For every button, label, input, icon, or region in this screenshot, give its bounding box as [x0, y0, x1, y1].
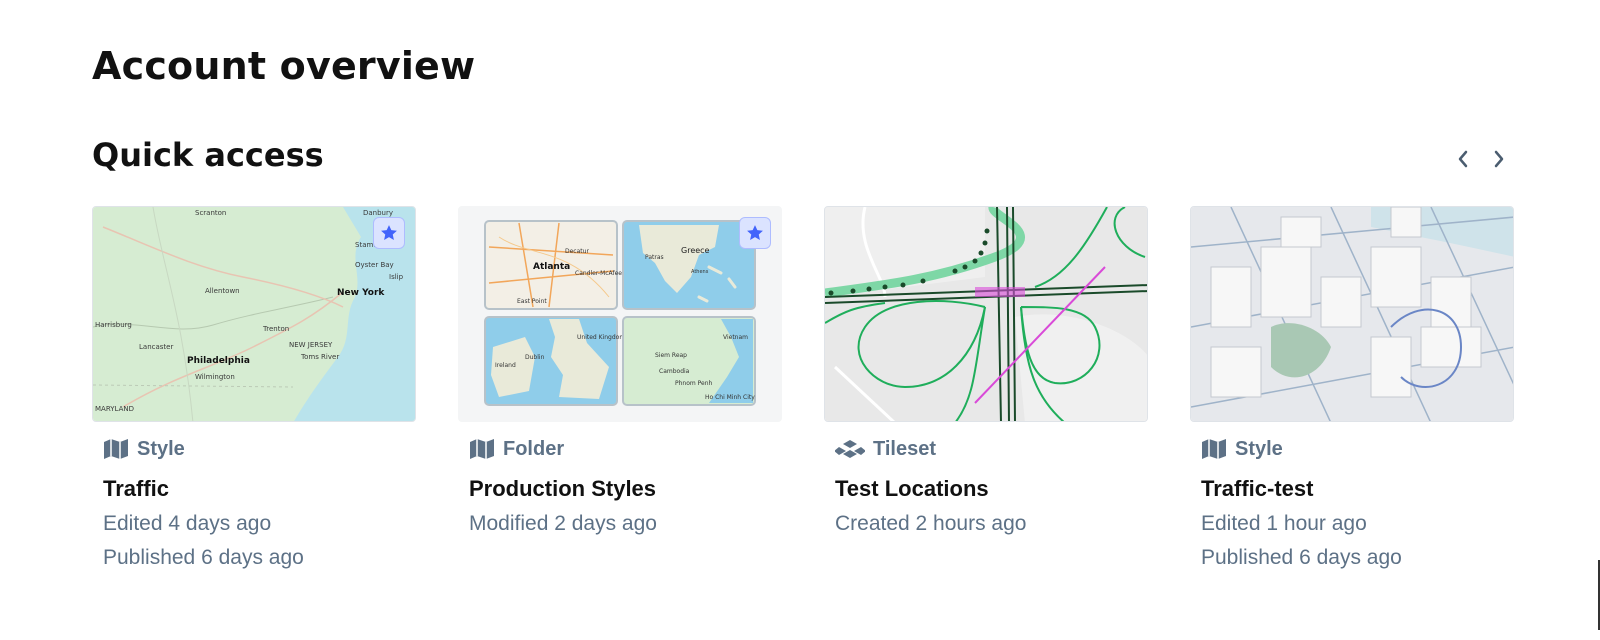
- map-label: Lancaster: [139, 343, 173, 351]
- map-label: Patras: [645, 254, 664, 261]
- map-icon: [104, 439, 128, 459]
- map-label: Islip: [389, 273, 404, 281]
- map-label: Atlanta: [533, 262, 570, 272]
- card-type: Style: [103, 436, 416, 462]
- card-edited: Edited 1 hour ago: [1201, 512, 1367, 535]
- card-edited: Edited 4 days ago: [103, 512, 272, 535]
- quick-access-card-traffic[interactable]: Scranton Danbury Stamford Oyster Bay Isl…: [92, 206, 416, 570]
- map-label: Ho Chi Minh City: [705, 394, 755, 401]
- card-thumbnail: [824, 206, 1148, 422]
- card-type-label: Style: [137, 437, 185, 460]
- quick-access-card-production-styles[interactable]: Decatur Candler-McAfee East Point Atlant…: [458, 206, 782, 570]
- map-icon: [1202, 439, 1226, 459]
- quick-access-card-traffic-test[interactable]: Style Traffic-test Edited 1 hour ago Pub…: [1190, 206, 1514, 570]
- map-label: Cambodia: [659, 368, 690, 375]
- map-label: Greece: [681, 246, 710, 255]
- card-name: Production Styles: [469, 476, 657, 501]
- map-icon: [470, 439, 494, 459]
- card-type-label: Style: [1235, 437, 1283, 460]
- map-label: Vietnam: [723, 334, 748, 341]
- map-label: Phnom Penh: [675, 380, 713, 387]
- card-name: Traffic: [103, 476, 170, 501]
- map-label: Siem Reap: [655, 352, 687, 359]
- card-published: Published 6 days ago: [1201, 546, 1402, 569]
- map-label: Athens: [691, 269, 709, 275]
- map-label: Ireland: [495, 362, 516, 369]
- map-label: Allentown: [205, 287, 240, 295]
- card-published: Published 6 days ago: [103, 546, 304, 569]
- map-label: Candler-McAfee: [575, 270, 622, 277]
- map-label: Danbury: [363, 209, 393, 217]
- tileset-icon: [835, 440, 865, 458]
- quick-access-title: Quick access: [92, 136, 324, 174]
- favorite-star-icon[interactable]: [373, 217, 405, 249]
- card-name: Test Locations: [835, 476, 989, 501]
- card-type-label: Tileset: [873, 437, 936, 460]
- card-type: Tileset: [835, 436, 1148, 462]
- card-modified: Modified 2 days ago: [469, 512, 657, 535]
- chevron-left-icon[interactable]: [1452, 146, 1474, 172]
- map-label: Wilmington: [195, 373, 235, 381]
- map-label: Trenton: [262, 325, 289, 333]
- map-label: Scranton: [195, 209, 226, 217]
- quick-access-card-test-locations[interactable]: Tileset Test Locations Created 2 hours a…: [824, 206, 1148, 570]
- card-type: Folder: [469, 436, 782, 462]
- map-label: MARYLAND: [95, 405, 134, 413]
- map-label: Harrisburg: [95, 321, 132, 329]
- map-label: Decatur: [565, 248, 589, 255]
- quick-access-cards: Scranton Danbury Stamford Oyster Bay Isl…: [92, 206, 1514, 570]
- card-thumbnail: [1190, 206, 1514, 422]
- map-label: Oyster Bay: [355, 261, 394, 269]
- map-label: Philadelphia: [187, 356, 250, 366]
- map-label: Toms River: [300, 353, 339, 361]
- card-thumbnail: Scranton Danbury Stamford Oyster Bay Isl…: [92, 206, 416, 422]
- card-type: Style: [1201, 436, 1514, 462]
- card-type-label: Folder: [503, 437, 565, 460]
- map-label: NEW JERSEY: [289, 341, 333, 349]
- carousel-nav: [1452, 146, 1510, 172]
- favorite-star-icon[interactable]: [739, 217, 771, 249]
- page-title: Account overview: [92, 44, 476, 88]
- chevron-right-icon[interactable]: [1488, 146, 1510, 172]
- card-created: Created 2 hours ago: [835, 512, 1027, 535]
- map-label: Dublin: [525, 354, 545, 361]
- map-label: East Point: [517, 298, 547, 305]
- map-label: New York: [337, 288, 385, 298]
- card-thumbnail: Decatur Candler-McAfee East Point Atlant…: [458, 206, 782, 422]
- card-name: Traffic-test: [1201, 476, 1314, 501]
- map-label: United Kingdom: [577, 334, 625, 341]
